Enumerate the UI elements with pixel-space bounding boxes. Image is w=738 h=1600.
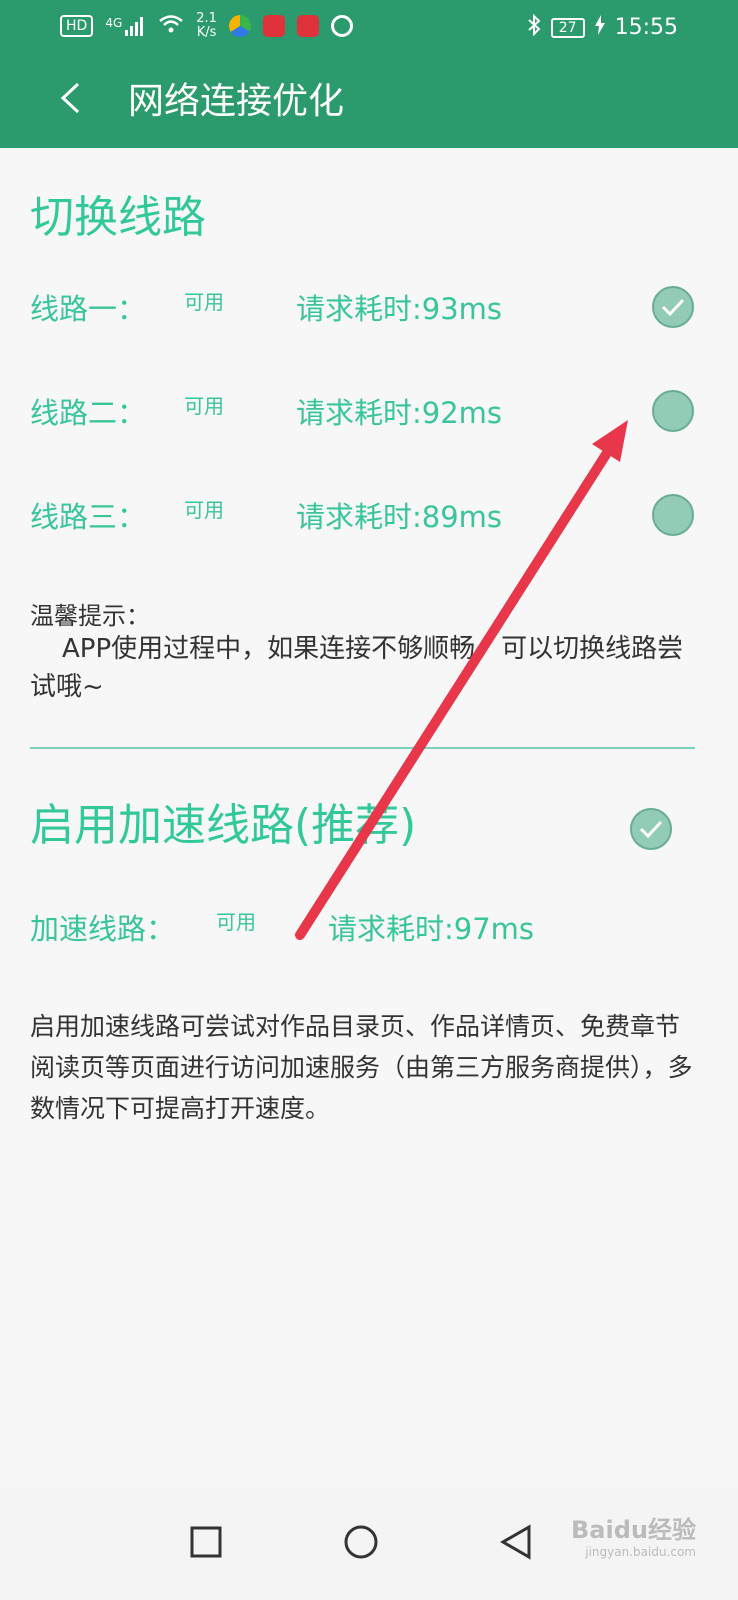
triangle-back-icon	[499, 1524, 531, 1560]
home-button[interactable]	[335, 1516, 387, 1568]
recents-button[interactable]	[180, 1516, 232, 1568]
circle-icon	[344, 1525, 378, 1559]
back-nav-button[interactable]	[490, 1516, 542, 1568]
system-nav-bar: Baidu经验 jingyan.baidu.com	[0, 1488, 738, 1600]
square-icon	[190, 1526, 222, 1558]
baidu-watermark: Baidu经验 jingyan.baidu.com	[571, 1516, 696, 1559]
annotation-arrow	[295, 420, 628, 940]
